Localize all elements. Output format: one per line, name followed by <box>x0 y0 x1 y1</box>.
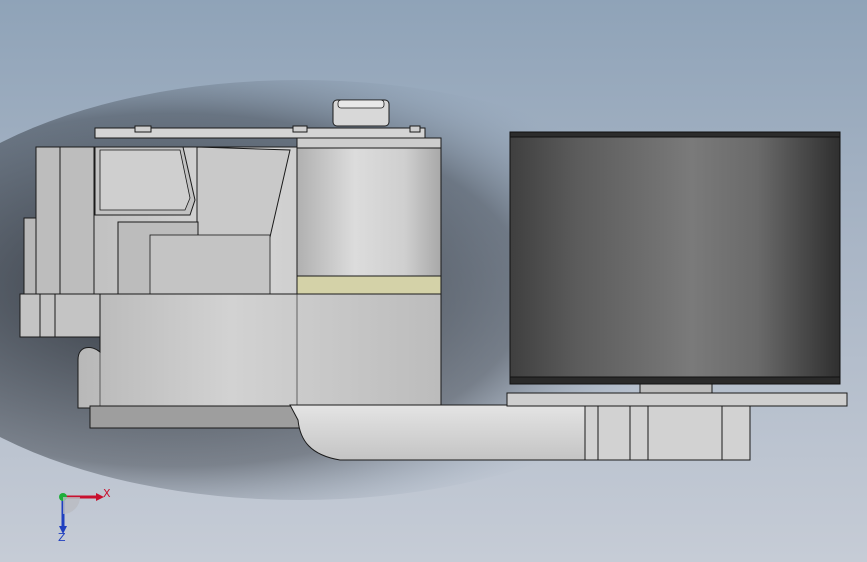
tensioner-housing[interactable] <box>19 99 442 429</box>
pulley-base-plate <box>506 392 848 407</box>
bottom-lip <box>89 405 301 429</box>
cad-scene[interactable]: X Z <box>0 0 867 562</box>
idler-pulley[interactable] <box>509 131 841 385</box>
z-axis-label: Z <box>58 531 66 544</box>
graphics-viewport[interactable]: X Z <box>0 0 867 562</box>
view-triad[interactable]: X Z <box>58 487 111 544</box>
seal-band <box>296 275 442 295</box>
main-cylinder[interactable] <box>296 146 442 298</box>
pulley-cylinder[interactable] <box>509 131 841 385</box>
x-axis-label: X <box>103 487 111 500</box>
